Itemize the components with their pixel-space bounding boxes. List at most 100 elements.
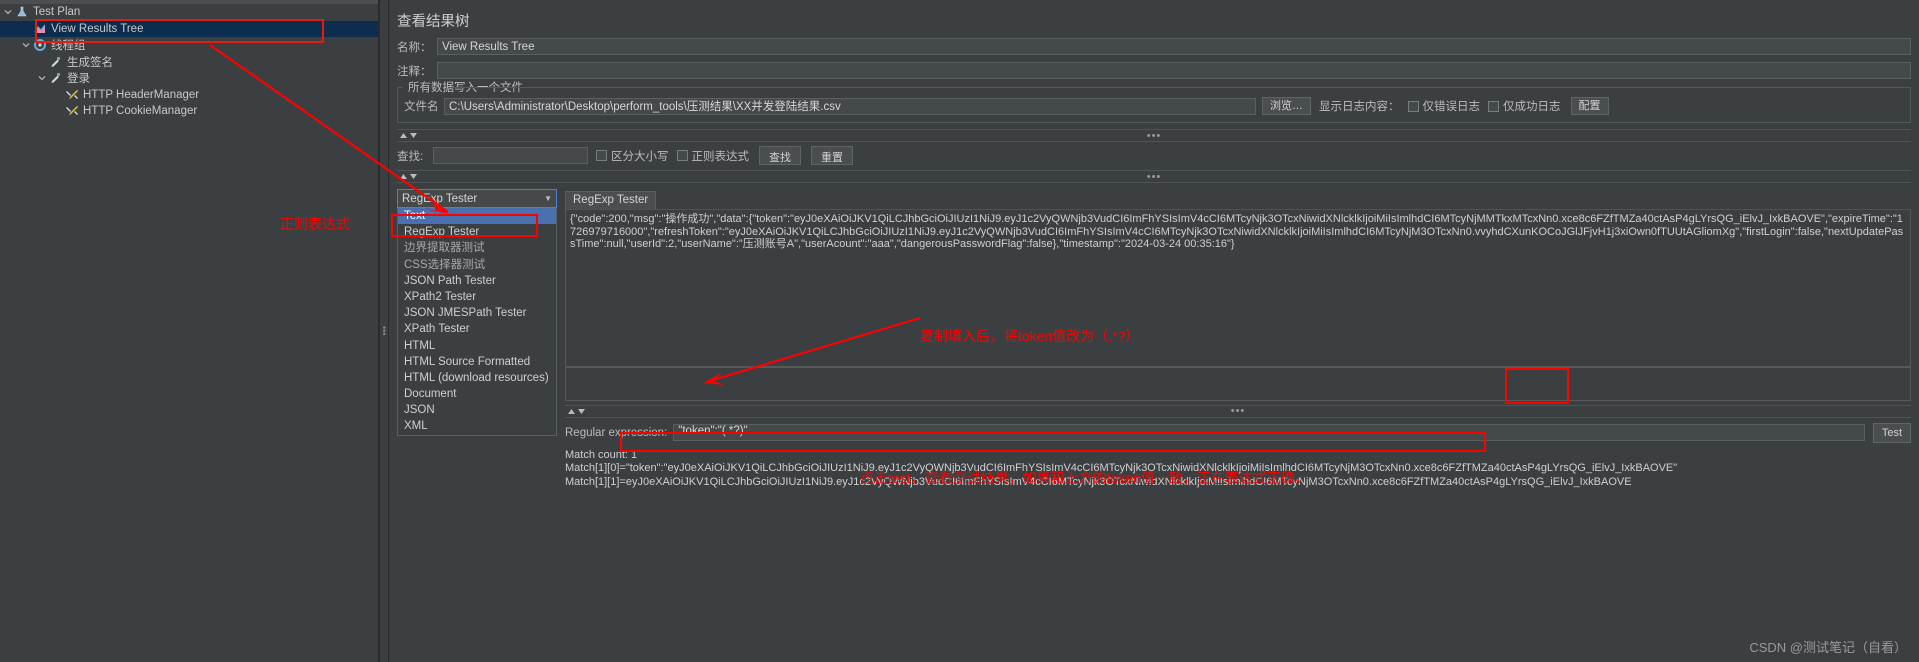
filename-label: 文件名: [404, 101, 439, 113]
comment-input[interactable]: [437, 62, 1911, 79]
comment-label: 注释：: [397, 65, 432, 78]
annotation-regex-note: 正则表达式: [280, 216, 350, 232]
annotation-token-note: 复制填入后，将token值改为（.*?）: [920, 328, 1140, 344]
arrow-down-icon: [410, 174, 417, 179]
test-plan-tree[interactable]: Test Plan View Results Tree 线程组生成签名登录 HTTP …: [0, 4, 378, 120]
renderer-option-11[interactable]: Document: [398, 386, 556, 402]
tree-item-label: HTTP HeaderManager: [83, 88, 200, 101]
response-text-box[interactable]: {"code":200,"msg":"操作成功","data":{"token"…: [565, 210, 1911, 367]
tree-item-3[interactable]: 生成签名: [0, 54, 378, 71]
renderer-option-12[interactable]: JSON: [398, 402, 556, 418]
tree-item-4[interactable]: 登录: [0, 70, 378, 87]
renderer-option-7[interactable]: XPath Tester: [398, 321, 556, 337]
renderer-option-9[interactable]: HTML Source Formatted: [398, 354, 556, 370]
thread-group-icon: [32, 39, 48, 52]
renderer-option-13[interactable]: XML: [398, 418, 556, 434]
splitter-arrows[interactable]: [397, 174, 417, 179]
arrow-up-icon: [568, 408, 575, 414]
tree-item-2[interactable]: 线程组: [0, 37, 378, 54]
page-title: 查看结果树: [397, 14, 470, 30]
renderer-option-4[interactable]: JSON Path Tester: [398, 273, 556, 289]
renderer-option-2[interactable]: 边界提取器测试: [398, 240, 556, 256]
name-row: 名称： View Results Tree: [389, 38, 1919, 55]
renderer-combobox-value: RegExp Tester: [402, 192, 478, 205]
tester-tab-strip: RegExp Tester: [565, 189, 1911, 210]
splitter-grip-icon: •••: [1146, 129, 1162, 142]
horizontal-splitter-bottom[interactable]: •••: [565, 404, 1911, 418]
tree-item-label: Test Plan: [33, 6, 81, 19]
annotation-test-note: 点击test，查看测试结果，如果和上方的token值一致，正在表达式正确。: [860, 470, 1309, 486]
chevron-down-icon: ▼: [544, 194, 552, 203]
find-button[interactable]: 查找: [759, 146, 801, 165]
configure-button[interactable]: 配置: [1570, 97, 1609, 115]
only-success-log-label: 仅成功日志: [1503, 101, 1561, 113]
highlight-regexp-tester-option: [391, 214, 538, 237]
renderer-option-5[interactable]: XPath2 Tester: [398, 289, 556, 305]
tree-item-1[interactable]: View Results Tree: [0, 20, 378, 37]
splitter-grip-icon: •••: [1230, 405, 1246, 417]
group-border-left: [398, 87, 403, 88]
only-success-log-checkbox[interactable]: [1488, 100, 1499, 112]
case-sensitive-checkbox[interactable]: [596, 150, 607, 161]
arrow-down-icon: [578, 408, 585, 414]
reset-button[interactable]: 重置: [811, 146, 853, 165]
watermark: CSDN @测试笔记（自看）: [1749, 640, 1907, 655]
filename-input[interactable]: C:\Users\Administrator\Desktop\perform_t…: [444, 97, 1256, 115]
search-label: 查找:: [397, 150, 424, 163]
splitter-grip-icon: •••: [1146, 170, 1162, 183]
regex-search-label: 正则表达式: [691, 150, 750, 163]
tree-item-label: 线程组: [51, 40, 86, 53]
highlight-match-value: [620, 432, 1486, 452]
vertical-splitter[interactable]: •••: [379, 0, 389, 662]
tree-item-6[interactable]: HTTP CookieManager: [0, 103, 378, 120]
tree-item-5[interactable]: HTTP HeaderManager: [0, 87, 378, 104]
only-error-log-checkbox[interactable]: [1407, 100, 1419, 112]
test-button[interactable]: Test: [1873, 422, 1911, 443]
arrow-down-icon: [410, 133, 417, 138]
group-border-top: [448, 87, 1910, 88]
renderer-dropdown-list[interactable]: Text RegExp Tester 边界提取器测试 CSS选择器测试 JSON Pat…: [397, 208, 557, 436]
case-sensitive-label: 区分大小写: [611, 150, 669, 163]
only-error-log-label: 仅错误日志: [1422, 101, 1481, 113]
name-input[interactable]: View Results Tree: [437, 38, 1911, 55]
name-label: 名称：: [397, 41, 432, 54]
sampler-icon: [48, 56, 64, 68]
filename-row: 文件名 C:\Users\Administrator\Desktop\perfo…: [404, 97, 1904, 115]
tree-item-label: HTTP CookieManager: [83, 105, 198, 118]
splitter-arrows[interactable]: [565, 408, 585, 414]
chevron-down-icon[interactable]: [20, 42, 32, 48]
browse-button[interactable]: 浏览…: [1262, 97, 1311, 115]
highlight-test-button: [1505, 368, 1569, 404]
renderer-option-8[interactable]: HTML: [398, 338, 556, 354]
search-row: 查找: 区分大小写 正则表达式 查找 重置: [389, 142, 1919, 165]
splitter-arrows[interactable]: [397, 133, 417, 138]
horizontal-splitter-top[interactable]: •••: [397, 129, 1911, 142]
test-plan-tree-panel: Test Plan View Results Tree 线程组生成签名登录 HTTP …: [0, 0, 379, 662]
write-all-data-group: 所有数据写入一个文件 文件名 C:\Users\Administrator\De…: [397, 79, 1911, 123]
regex-scratch-box[interactable]: [565, 367, 1911, 401]
arrow-up-icon: [400, 174, 407, 179]
view-results-tree-editor: 查看结果树 名称： View Results Tree 注释： 所有数据写入一个…: [389, 0, 1919, 662]
renderer-option-6[interactable]: JSON JMESPath Tester: [398, 305, 556, 321]
search-input[interactable]: [433, 147, 588, 164]
tree-item-label: 生成签名: [67, 56, 113, 69]
splitter-grip-icon: •••: [379, 326, 389, 336]
config-element-icon: [64, 105, 80, 117]
tree-item-label: 登录: [67, 73, 90, 86]
arrow-up-icon: [400, 133, 407, 138]
renderer-option-3[interactable]: CSS选择器测试: [398, 257, 556, 273]
view-results-tree-icon: [32, 23, 48, 35]
show-log-label: 显示日志内容：: [1319, 101, 1400, 113]
tree-item-0[interactable]: Test Plan: [0, 4, 378, 21]
config-element-icon: [64, 89, 80, 101]
sampler-icon: [48, 72, 64, 84]
renderer-combobox[interactable]: RegExp Tester ▼: [397, 189, 557, 208]
comment-row: 注释：: [389, 62, 1919, 79]
regex-search-checkbox[interactable]: [676, 150, 688, 161]
renderer-option-10[interactable]: HTML (download resources): [398, 370, 556, 386]
chevron-down-icon[interactable]: [2, 9, 14, 15]
horizontal-splitter-mid[interactable]: •••: [397, 170, 1911, 183]
tree-item-label: View Results Tree: [51, 22, 144, 35]
chevron-down-icon[interactable]: [36, 75, 48, 81]
tab-regexp-tester[interactable]: RegExp Tester: [565, 191, 657, 209]
